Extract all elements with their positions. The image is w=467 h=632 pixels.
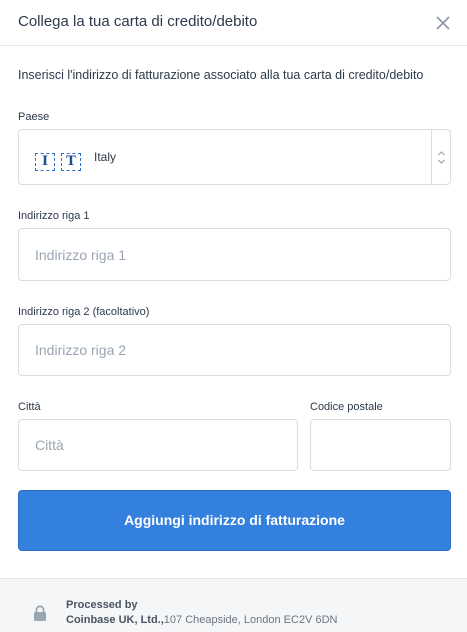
processor-address: 107 Cheapside, London EC2V 6DN: [163, 614, 338, 626]
postal-field-wrapper: [310, 419, 451, 471]
address2-input[interactable]: [19, 325, 450, 375]
city-label: Città: [18, 401, 41, 413]
address1-label: Indirizzo riga 1: [18, 210, 90, 222]
add-billing-address-button[interactable]: Aggiungi indirizzo di fatturazione: [18, 490, 451, 551]
postal-input[interactable]: [311, 420, 450, 470]
processor-company: Coinbase UK, Ltd.,: [66, 614, 164, 626]
address1-field-wrapper: [18, 228, 451, 281]
footer: Processed by Coinbase UK, Ltd.,107 Cheap…: [0, 578, 467, 632]
city-input[interactable]: [19, 420, 297, 470]
modal-header: Collega la tua carta di credito/debito: [0, 0, 467, 46]
select-arrows[interactable]: [431, 130, 450, 184]
country-value: Italy: [94, 150, 117, 164]
close-icon[interactable]: [432, 12, 454, 34]
modal-title: Collega la tua carta di credito/debito: [18, 13, 258, 30]
address2-field-wrapper: [18, 324, 451, 376]
flag-letter-i: I: [35, 153, 55, 171]
lock-icon: [34, 605, 46, 621]
country-select[interactable]: I T Italy: [18, 129, 451, 185]
postal-label: Codice postale: [310, 401, 383, 413]
city-field-wrapper: [18, 419, 298, 471]
country-label: Paese: [18, 111, 50, 123]
address1-input[interactable]: [19, 229, 450, 280]
chevron-up-down-icon: [438, 151, 445, 164]
processor-info: Coinbase UK, Ltd.,107 Cheapside, London …: [66, 614, 337, 626]
flag-letter-t: T: [61, 153, 81, 171]
form-instructions: Inserisci l'indirizzo di fatturazione as…: [18, 68, 424, 82]
processed-by-label: Processed by: [66, 599, 138, 611]
address2-label: Indirizzo riga 2 (facoltativo): [18, 306, 150, 318]
